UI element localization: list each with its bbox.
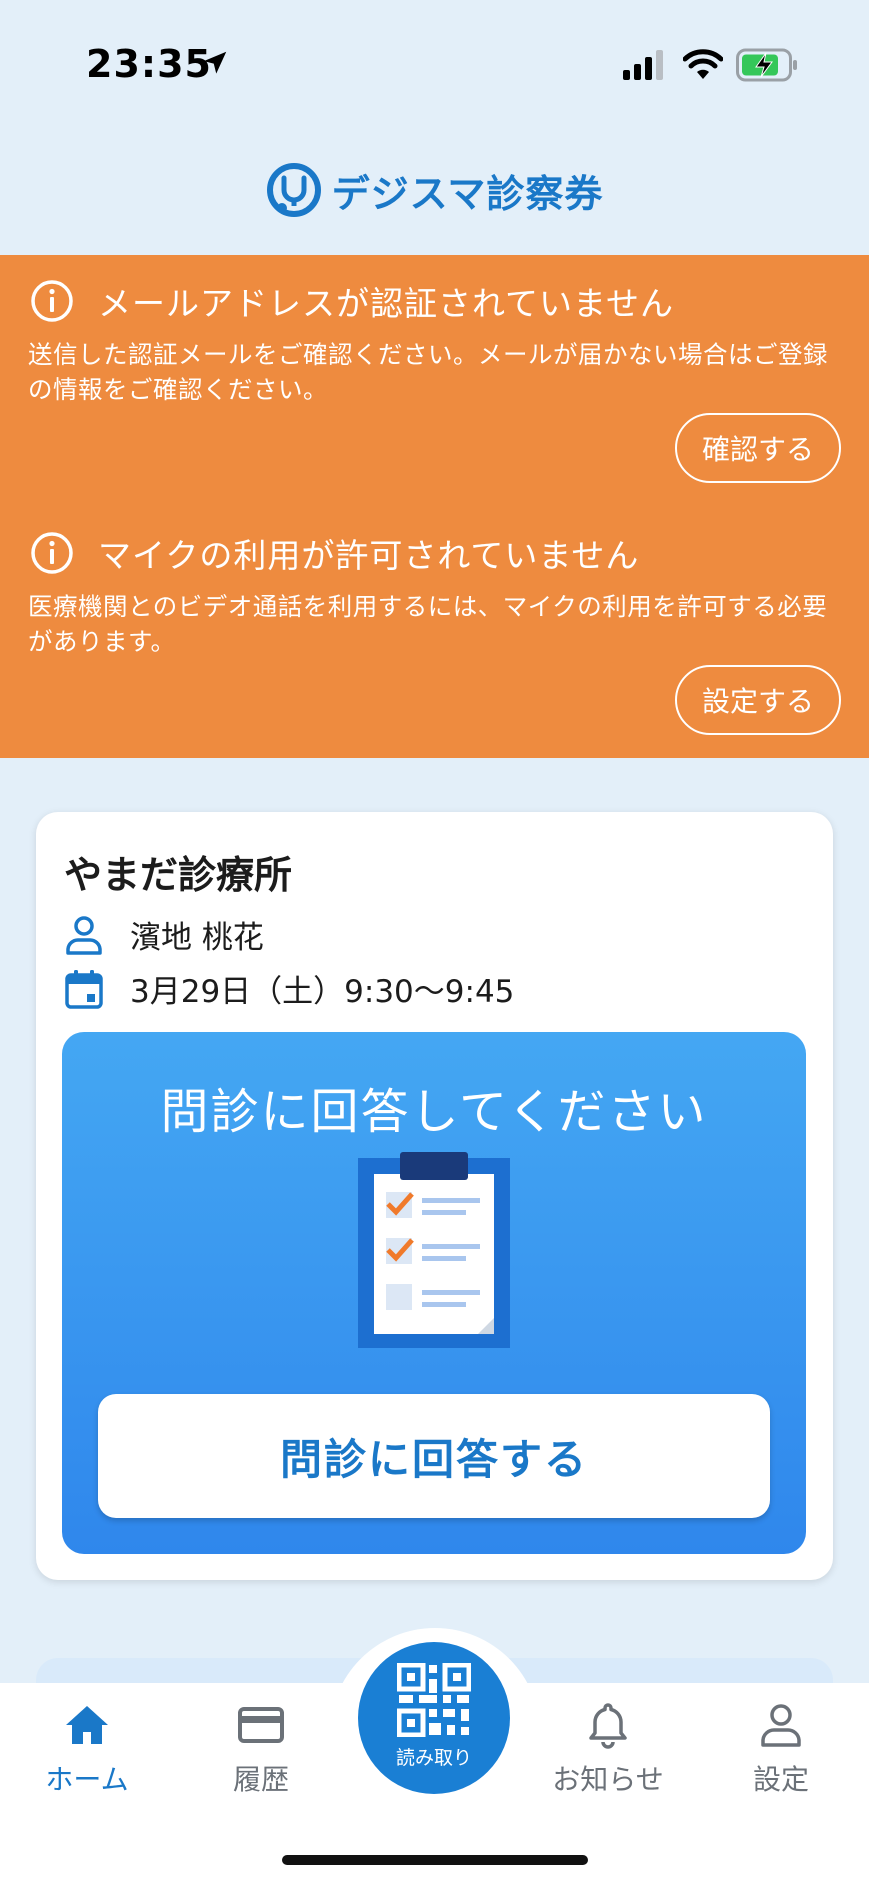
- tab-settings[interactable]: 設定: [716, 1700, 846, 1798]
- info-icon: [31, 280, 73, 322]
- clinic-name: やまだ診療所: [64, 853, 293, 897]
- tab-history-label: 履歴: [232, 1763, 289, 1796]
- questionnaire-prompt: 問診に回答してください: [160, 1084, 708, 1140]
- home-indicator[interactable]: [282, 1855, 588, 1865]
- person-icon: [66, 915, 102, 955]
- status-time: 23:35: [86, 42, 212, 86]
- app-header: デジスマ診察券: [0, 150, 869, 230]
- status-bar: 23:35: [0, 0, 869, 130]
- tab-history[interactable]: 履歴: [196, 1700, 326, 1798]
- tab-notifications[interactable]: お知らせ: [543, 1700, 673, 1798]
- datetime-row: 3月29日（土）9:30〜9:45: [62, 966, 514, 1011]
- alert-mic-body: 医療機関とのビデオ通話を利用するには、マイクの利用を許可する必要があります。: [28, 592, 828, 656]
- appointment-card[interactable]: やまだ診療所 濱地 桃花 3月29日（土）9:30〜9:45 問診に回答してくだ…: [36, 812, 833, 1580]
- tab-notifications-label: お知らせ: [552, 1763, 664, 1796]
- alert-email-title: メールアドレスが認証されていません: [98, 284, 675, 323]
- alert-email-header: メールアドレスが認証されていません: [30, 277, 674, 325]
- cellular-signal-icon: [623, 50, 663, 80]
- alert-email-body: 送信した認証メールをご確認ください。メールが届かない場合はご登録の情報をご確認く…: [28, 340, 828, 404]
- answer-questionnaire-button[interactable]: 問診に回答する: [98, 1394, 770, 1518]
- scan-button[interactable]: 読み取り: [358, 1642, 510, 1794]
- tab-home[interactable]: ホーム: [22, 1700, 152, 1798]
- mic-settings-button[interactable]: 設定する: [675, 665, 841, 735]
- bell-icon: [589, 1703, 627, 1749]
- patient-row: 濱地 桃花: [62, 912, 264, 957]
- confirm-email-button[interactable]: 確認する: [675, 413, 841, 483]
- calendar-icon: [65, 969, 103, 1009]
- appointment-datetime: 3月29日（土）9:30〜9:45: [130, 974, 515, 1010]
- clipboard-checklist-icon: [358, 1152, 510, 1348]
- questionnaire-panel: 問診に回答してください 問診に回答する: [62, 1032, 806, 1554]
- card-icon: [238, 1707, 284, 1743]
- alert-mic-title: マイクの利用が許可されていません: [98, 536, 640, 575]
- tab-home-label: ホーム: [45, 1763, 129, 1796]
- home-icon: [66, 1706, 108, 1744]
- person-icon: [761, 1704, 801, 1747]
- alerts-panel: メールアドレスが認証されていません 送信した認証メールをご確認ください。メールが…: [0, 255, 869, 758]
- qr-code-icon: [397, 1662, 471, 1737]
- scan-button-label: 読み取り: [395, 1746, 472, 1769]
- wifi-icon: [683, 49, 723, 79]
- battery-charging-icon: [736, 48, 797, 82]
- location-arrow-icon: [203, 51, 227, 74]
- stethoscope-logo-icon: [266, 163, 321, 217]
- info-icon: [31, 532, 73, 574]
- patient-name: 濱地 桃花: [130, 920, 264, 956]
- app-title: デジスマ診察券: [331, 171, 604, 216]
- tab-settings-label: 設定: [752, 1763, 809, 1796]
- alert-mic-header: マイクの利用が許可されていません: [30, 529, 639, 577]
